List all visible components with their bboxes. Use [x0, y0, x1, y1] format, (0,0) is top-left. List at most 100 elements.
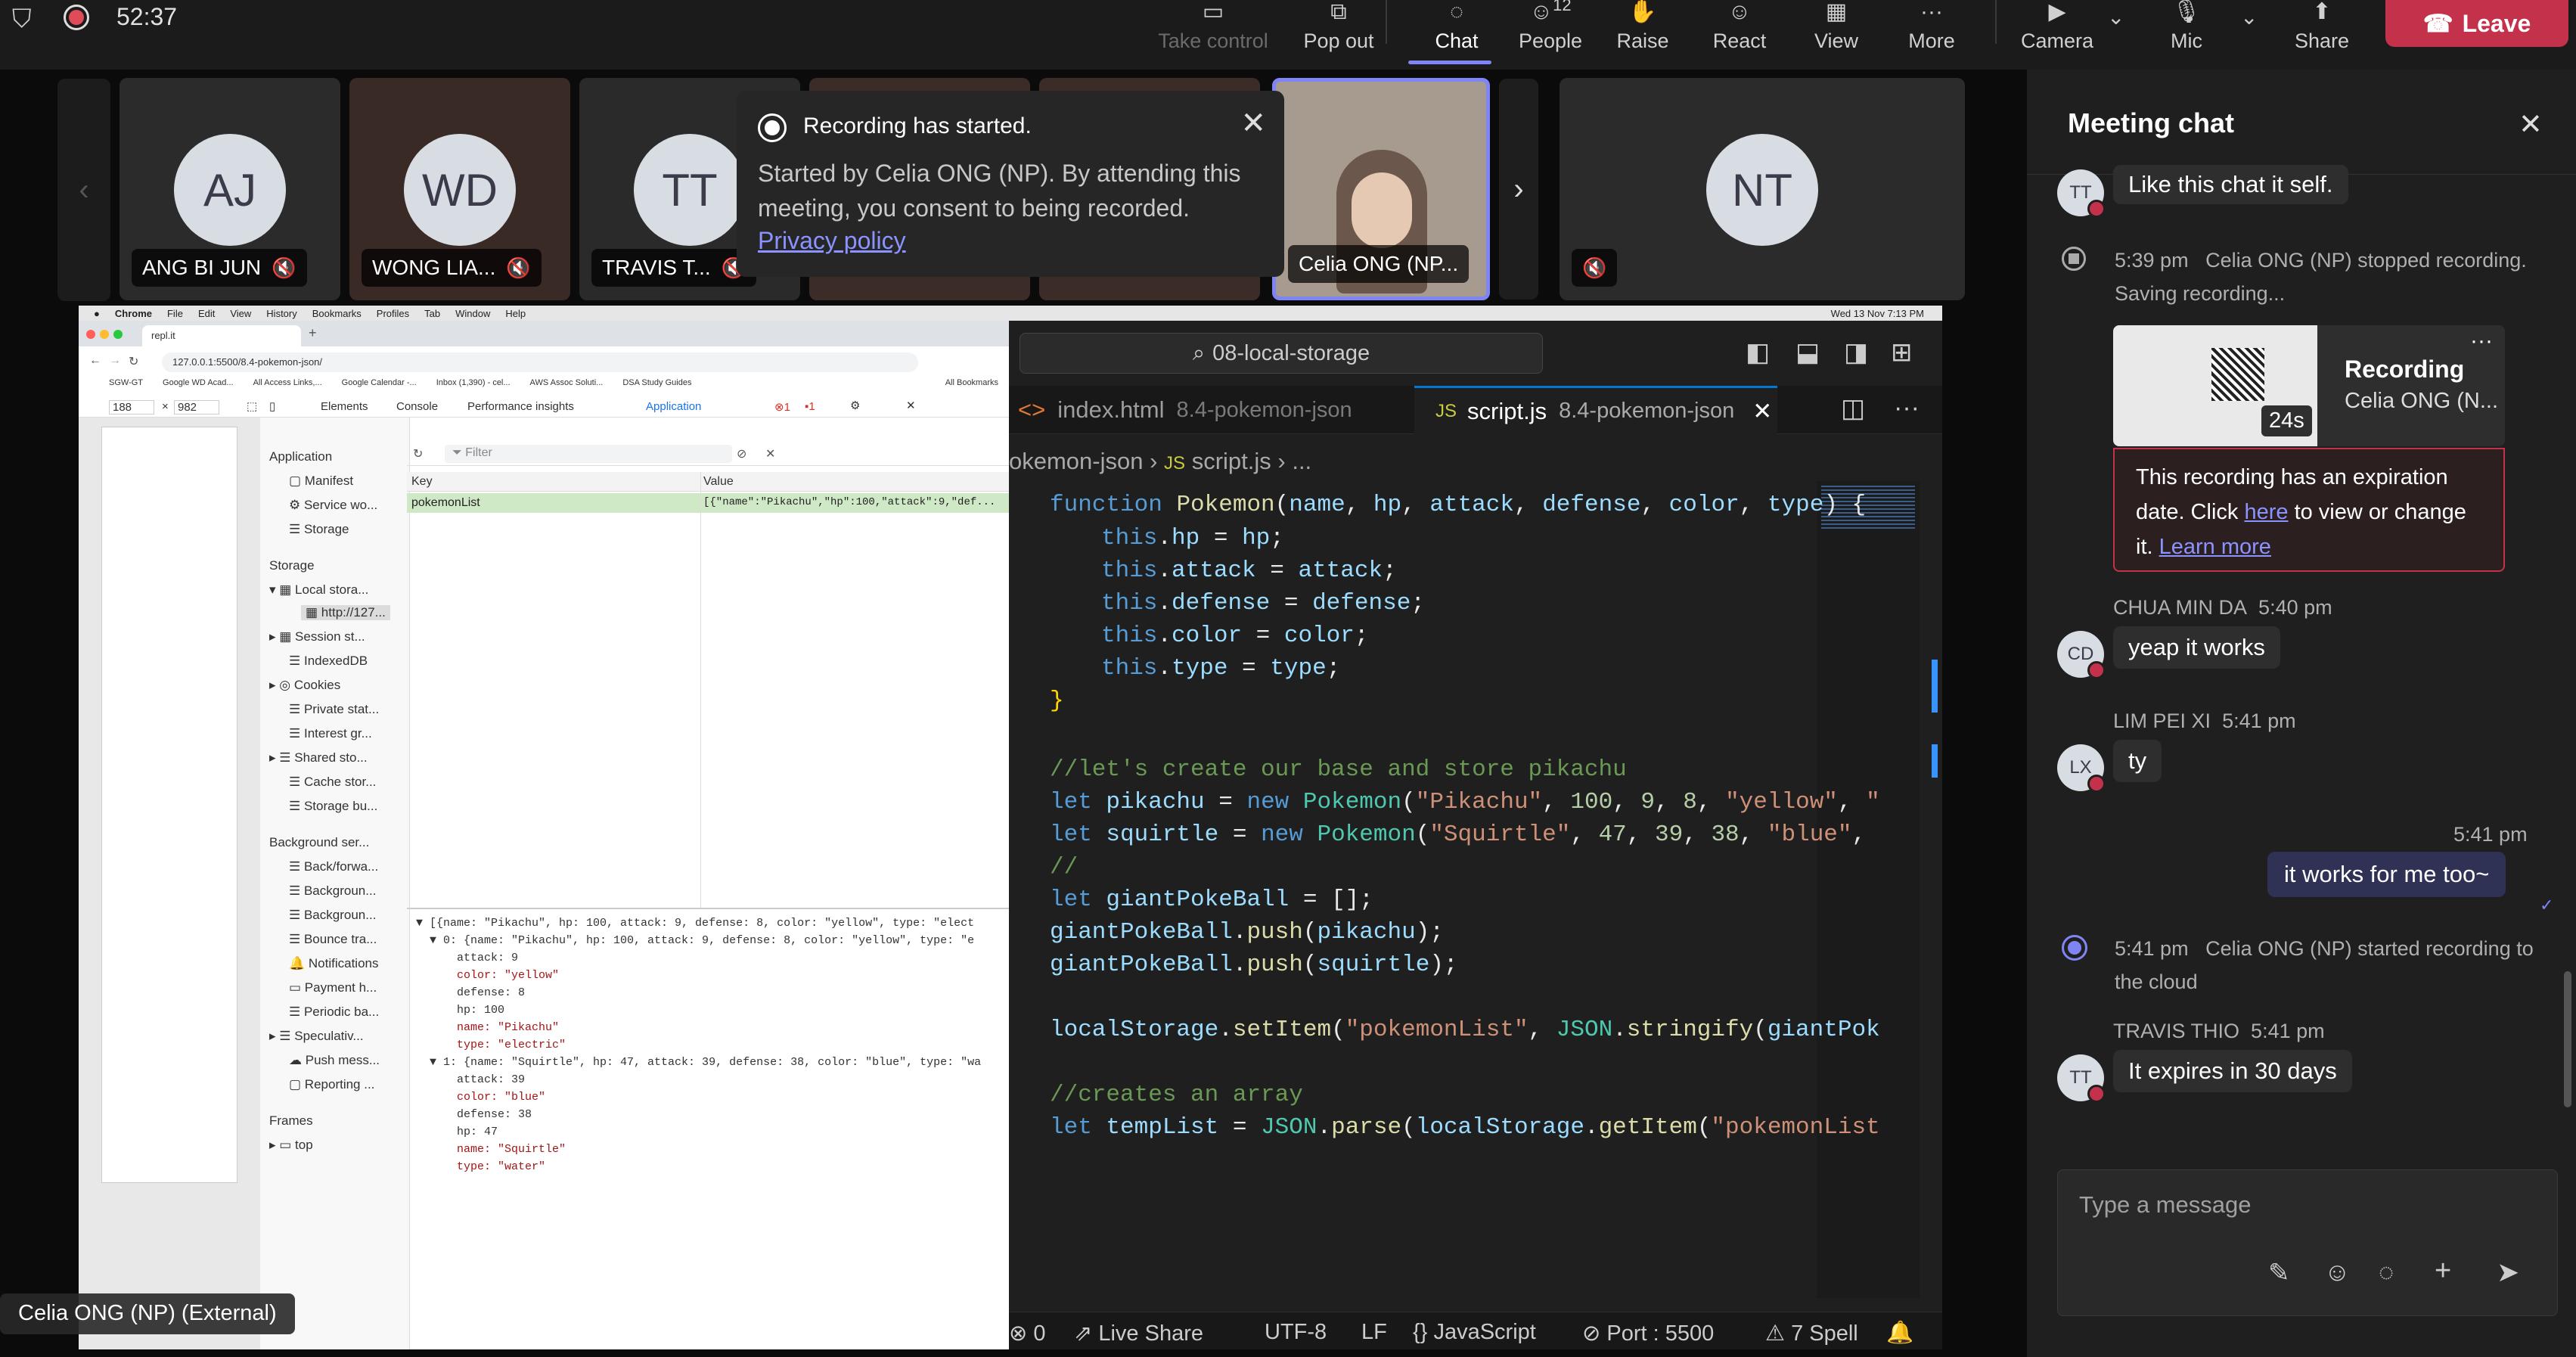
window-close-dot[interactable] [86, 330, 95, 339]
devtools-tab-application[interactable]: Application [646, 400, 701, 413]
problems-count[interactable]: ⊗ 0 [1009, 1320, 1046, 1346]
participant-tile[interactable]: AJ ANG BI JUN 🔇 [119, 78, 340, 300]
forward-icon[interactable]: → [109, 354, 121, 368]
participant-tile[interactable]: NT 🔇 [1560, 78, 1965, 300]
bookmark[interactable]: AWS Assoc Soluti... [530, 378, 604, 395]
window-minimize-dot[interactable] [100, 330, 109, 339]
sidebar-item-bg[interactable]: ▢ Reporting ... [289, 1077, 374, 1092]
layout-sidebar-icon[interactable]: ◧ [1746, 337, 1770, 368]
devtools-tab-elements[interactable]: Elements [321, 400, 368, 413]
chat-message[interactable]: It expires in 30 days [2113, 1050, 2352, 1092]
toast-close-button[interactable]: ✕ [1240, 106, 1266, 141]
chat-scrollbar[interactable] [2564, 971, 2571, 1107]
tab-index-html[interactable]: <> index.html 8.4-pokemon-json [1009, 386, 1404, 434]
chat-button[interactable]: ◌ Chat [1411, 0, 1502, 70]
storage-table-row[interactable]: pokemonList [{"name":"Pikachu","hp":100,… [407, 493, 1009, 513]
bookmark[interactable]: All Access Links,... [253, 378, 322, 395]
react-button[interactable]: ☺ React [1694, 0, 1785, 70]
sidebar-item-bg[interactable]: ▸ ☰ Speculativ... [269, 1029, 364, 1044]
bookmark[interactable]: Inbox (1,390) - cel... [436, 378, 511, 395]
mic-options-chevron-icon[interactable]: ⌄ [2240, 5, 2258, 30]
view-button[interactable]: ▦ View [1791, 0, 1882, 70]
sidebar-item-shared-storage[interactable]: ▸ ☰ Shared sto... [269, 750, 368, 765]
chat-message[interactable]: ty [2113, 740, 2162, 782]
delete-selected-icon[interactable]: ✕ [765, 446, 775, 461]
mic-button[interactable]: 🎙 Mic [2145, 0, 2228, 70]
split-editor-icon[interactable]: ◫ [1841, 393, 1865, 424]
sidebar-item-cache-storage[interactable]: ☰ Cache stor... [289, 775, 376, 790]
privacy-policy-link[interactable]: Privacy policy [758, 227, 906, 255]
live-server-port[interactable]: ⊘ Port : 5500 [1582, 1320, 1714, 1346]
chat-message[interactable]: yeap it works [2113, 626, 2280, 669]
sidebar-item-bg[interactable]: ☁ Push mess... [289, 1053, 380, 1068]
share-button[interactable]: ⬆ Share [2277, 0, 2367, 70]
sidebar-item-frame-top[interactable]: ▸ ▭ top [269, 1138, 313, 1153]
close-tab-icon[interactable]: ✕ [1752, 398, 1772, 425]
inspect-icon[interactable]: ⬚ [247, 399, 257, 413]
device-icon[interactable]: ▯ [269, 399, 275, 413]
back-icon[interactable]: ← [89, 354, 101, 368]
reload-icon[interactable]: ↻ [129, 354, 138, 369]
settings-icon[interactable]: ⚙ [850, 399, 860, 412]
sidebar-item-cookies[interactable]: ▸ ◎ Cookies [269, 678, 340, 693]
spell-check-indicator[interactable]: ⚠ 7 Spell [1765, 1320, 1858, 1346]
bookmark[interactable]: All Bookmarks [945, 378, 998, 395]
bookmark[interactable]: Google WD Acad... [163, 378, 234, 395]
people-button[interactable]: ☺12 People [1505, 0, 1596, 70]
editor-more-icon[interactable]: ··· [1894, 393, 1920, 423]
clear-all-icon[interactable]: ⊘ [737, 446, 746, 461]
strip-next-button[interactable]: › [1499, 79, 1538, 300]
sidebar-item-interest-groups[interactable]: ☰ Interest gr... [289, 726, 372, 741]
sidebar-item-bg[interactable]: ☰ Backgroun... [289, 883, 376, 899]
sidebar-item-service-workers[interactable]: ⚙ Service wo... [289, 498, 377, 513]
format-icon[interactable]: ✎ [2268, 1258, 2290, 1288]
notifications-bell-icon[interactable]: 🔔 [1886, 1320, 1913, 1346]
sidebar-item-storage-buckets[interactable]: ☰ Storage bu... [289, 799, 377, 814]
window-zoom-dot[interactable] [113, 330, 123, 339]
chat-message-own[interactable]: it works for me too~ [2267, 852, 2506, 897]
devtools-close-icon[interactable]: ✕ [906, 399, 916, 412]
close-chat-button[interactable]: ✕ [2519, 107, 2543, 141]
layout-panel-icon[interactable]: ⬓ [1795, 337, 1820, 368]
sidebar-item-manifest[interactable]: ▢ Manifest [289, 474, 353, 489]
devtools-tab-console[interactable]: Console [396, 400, 438, 413]
participant-tile-active-speaker[interactable]: Celia ONG (NP... [1272, 78, 1490, 300]
sidebar-item-session-storage[interactable]: ▸ ▦ Session st... [269, 629, 365, 644]
attach-plus-icon[interactable]: + [2435, 1255, 2451, 1287]
strip-prev-button[interactable]: ‹ [57, 79, 110, 301]
bookmark[interactable]: DSA Study Guides [622, 378, 691, 395]
address-bar[interactable]: 127.0.0.1:5500/8.4-pokemon-json/ [162, 352, 918, 372]
sidebar-item-bg[interactable]: ☰ Periodic ba... [289, 1005, 379, 1020]
camera-button[interactable]: ▶ Camera [2012, 0, 2103, 70]
viewport-width[interactable]: 188 [109, 400, 154, 415]
sidebar-item-local-origin[interactable]: ▦ http://127... [301, 605, 390, 620]
sidebar-item-bg[interactable]: ☰ Backgroun... [289, 908, 376, 923]
sidebar-item-indexeddb[interactable]: ☰ IndexedDB [289, 654, 368, 669]
loop-icon[interactable]: ◌ [2379, 1258, 2394, 1287]
pop-out-button[interactable]: ⧉ Pop out [1286, 0, 1392, 70]
new-tab-icon[interactable]: + [309, 325, 317, 341]
recording-card[interactable]: 24s Recording Celia ONG (N... ··· [2113, 325, 2505, 446]
live-share-button[interactable]: ⇗ Live Share [1074, 1320, 1203, 1346]
sidebar-item-private-state[interactable]: ☰ Private stat... [289, 702, 379, 717]
camera-options-chevron-icon[interactable]: ⌄ [2107, 5, 2124, 30]
devtools-tab-performance[interactable]: Performance insights [467, 400, 574, 413]
layout-secondary-icon[interactable]: ◨ [1844, 337, 1868, 368]
participant-tile[interactable]: WD WONG LIA... 🔇 [349, 78, 570, 300]
sidebar-item-bg[interactable]: ▭ Payment h... [289, 980, 377, 995]
send-icon[interactable]: ➤ [2497, 1256, 2519, 1288]
tab-script-js[interactable]: JS script.js 8.4-pokemon-json ✕ [1414, 386, 1777, 434]
encoding-indicator[interactable]: UTF-8 [1265, 1320, 1327, 1345]
viewport-height[interactable]: 982 [174, 400, 219, 415]
leave-button[interactable]: ☎ Leave [2385, 0, 2568, 47]
recording-card-more-icon[interactable]: ··· [2470, 328, 2493, 354]
sidebar-item-local-storage[interactable]: ▾ ▦ Local stora... [269, 582, 368, 598]
emoji-icon[interactable]: ☺ [2324, 1258, 2351, 1287]
eol-indicator[interactable]: LF [1361, 1320, 1387, 1345]
raise-hand-button[interactable]: ✋ Raise [1597, 0, 1688, 70]
sidebar-item-bg[interactable]: ☰ Bounce tra... [289, 932, 377, 947]
sidebar-item-bg[interactable]: 🔔 Notifications [289, 956, 379, 971]
refresh-icon[interactable]: ↻ [413, 446, 423, 461]
browser-tab[interactable]: repl.it [142, 325, 301, 346]
learn-more-link[interactable]: Learn more [2159, 535, 2271, 559]
